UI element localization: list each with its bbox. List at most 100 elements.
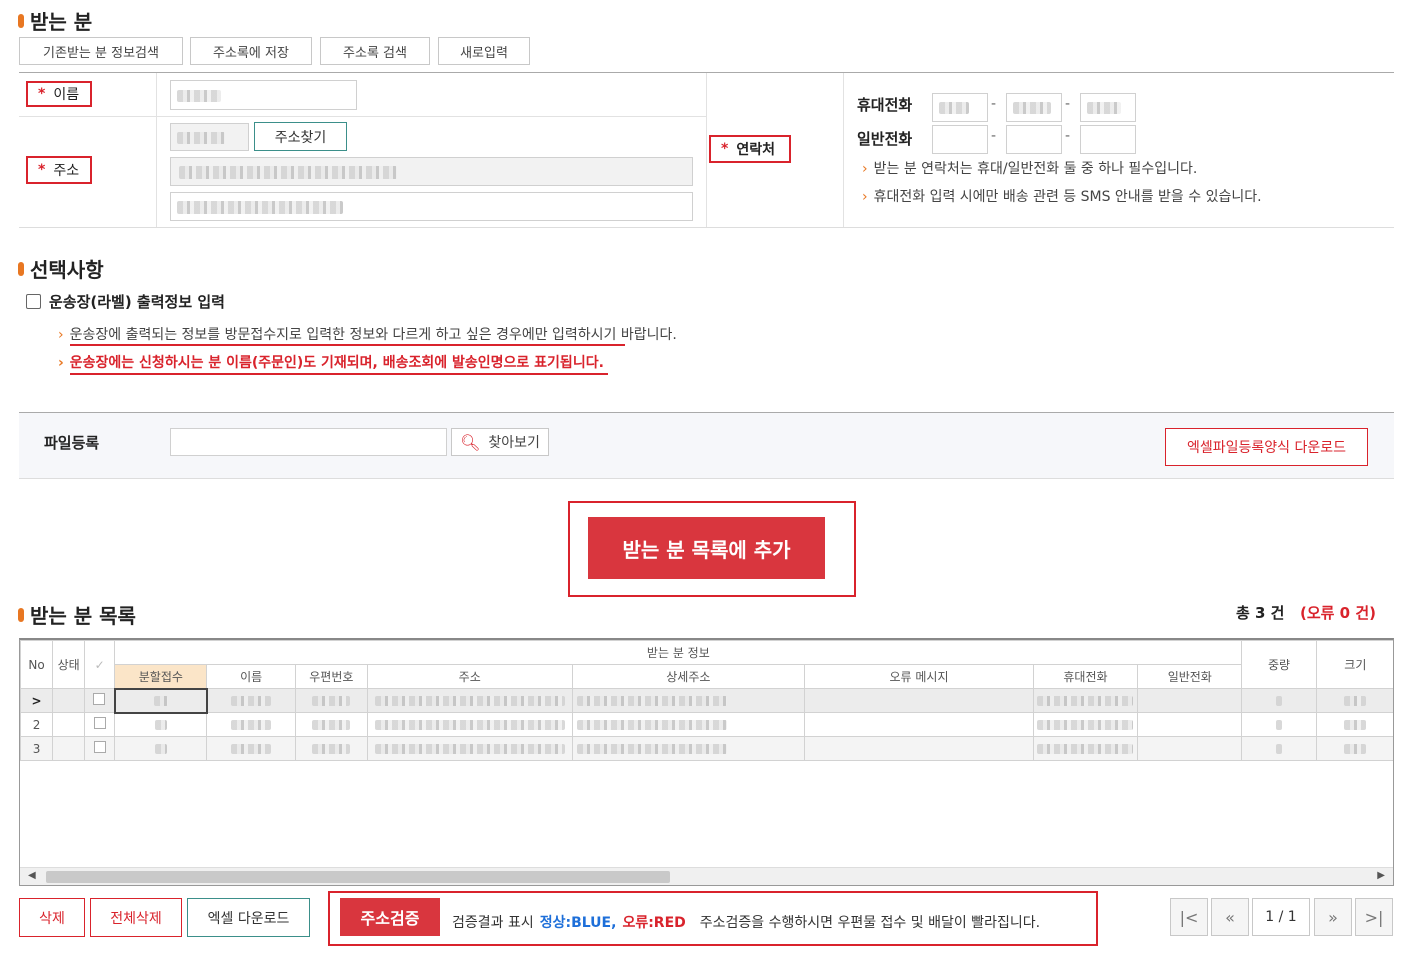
col-group-recipient-info: 받는 분 정보 bbox=[114, 640, 1243, 665]
row-phone-cell bbox=[1137, 712, 1243, 737]
addressbook-search-button[interactable]: 주소록 검색 bbox=[320, 37, 430, 65]
row-detail-cell bbox=[571, 712, 806, 737]
download-template-button[interactable]: 엑셀파일등록양식 다운로드 bbox=[1165, 428, 1368, 466]
row-checkbox[interactable] bbox=[93, 741, 106, 753]
col-error-message: 오류 메시지 bbox=[804, 664, 1034, 689]
row-checkbox-cell[interactable] bbox=[84, 712, 116, 737]
row-split-cell[interactable] bbox=[114, 712, 208, 737]
new-entry-button[interactable]: 새로입력 bbox=[438, 37, 530, 65]
row-checkbox-cell[interactable] bbox=[84, 736, 116, 761]
horizontal-scrollbar[interactable]: ◀ ▶ bbox=[20, 867, 1393, 885]
col-name: 이름 bbox=[206, 664, 296, 689]
contact-label: * 연락처 bbox=[709, 135, 791, 163]
label-print-checkbox[interactable] bbox=[26, 294, 41, 309]
phone-label: 일반전화 bbox=[857, 130, 913, 148]
table-row[interactable]: 3 bbox=[20, 736, 1393, 761]
options-note-2: › 운송장에는 신청하시는 분 이름(주문인)도 기재되며, 배송조회에 발송인명… bbox=[58, 355, 604, 371]
row-zip-cell bbox=[294, 736, 368, 761]
chevron-right-icon: › bbox=[862, 161, 868, 177]
next-page-icon[interactable]: » bbox=[1314, 898, 1352, 936]
row-error-cell bbox=[804, 736, 1034, 761]
underline-mark bbox=[70, 344, 625, 346]
scroll-right-icon[interactable]: ▶ bbox=[1377, 870, 1385, 881]
col-weight: 중량 bbox=[1241, 640, 1317, 689]
chevron-right-icon: › bbox=[58, 355, 64, 371]
phone-part3-input[interactable] bbox=[1080, 125, 1136, 154]
col-check[interactable]: ✓ bbox=[84, 640, 116, 689]
prev-page-icon[interactable]: « bbox=[1211, 898, 1249, 936]
col-status: 상태 bbox=[52, 640, 86, 689]
row-checkbox[interactable] bbox=[93, 693, 106, 705]
mobile-part2-input[interactable] bbox=[1006, 93, 1062, 122]
add-to-list-button[interactable]: 받는 분 목록에 추가 bbox=[588, 517, 825, 579]
col-detail-address: 상세주소 bbox=[571, 664, 806, 689]
row-no: 3 bbox=[20, 736, 54, 761]
label-print-option: 운송장(라벨) 출력정보 입력 bbox=[26, 291, 225, 312]
row-name-cell bbox=[206, 736, 296, 761]
name-label: * 이름 bbox=[26, 81, 92, 107]
list-section-title: 받는 분 목록 bbox=[18, 600, 136, 629]
phone-part2-input[interactable] bbox=[1006, 125, 1062, 154]
excel-download-button[interactable]: 엑셀 다운로드 bbox=[187, 898, 310, 937]
row-status bbox=[52, 736, 86, 761]
mobile-part3-input[interactable] bbox=[1080, 93, 1136, 122]
row-name-cell bbox=[206, 712, 296, 737]
row-checkbox[interactable] bbox=[93, 717, 106, 729]
table-row[interactable]: > bbox=[20, 687, 1393, 714]
file-path-input[interactable] bbox=[170, 428, 447, 456]
row-mobile-cell bbox=[1032, 736, 1139, 761]
title-bullet-icon bbox=[18, 261, 24, 276]
row-no: > bbox=[20, 688, 54, 713]
address-search-button[interactable]: 주소찾기 bbox=[254, 122, 347, 151]
name-input[interactable] bbox=[170, 80, 357, 110]
title-bullet-icon bbox=[18, 607, 24, 622]
row-phone-cell bbox=[1137, 736, 1243, 761]
row-size-cell bbox=[1315, 688, 1393, 713]
col-split: 분할접수 bbox=[114, 664, 208, 689]
row-mobile-cell bbox=[1032, 712, 1139, 737]
search-existing-recipient-button[interactable]: 기존받는 분 정보검색 bbox=[19, 37, 183, 65]
last-page-icon[interactable]: >| bbox=[1355, 898, 1393, 936]
delete-button[interactable]: 삭제 bbox=[19, 898, 85, 937]
table-row[interactable]: 2 bbox=[20, 712, 1393, 737]
row-weight-cell bbox=[1241, 688, 1317, 713]
row-address-cell bbox=[366, 688, 573, 713]
options-section-title: 선택사항 bbox=[18, 254, 104, 283]
scrollbar-thumb[interactable] bbox=[46, 871, 670, 883]
col-zip: 우편번호 bbox=[294, 664, 368, 689]
row-phone-cell bbox=[1137, 688, 1243, 713]
row-status bbox=[52, 688, 86, 713]
browse-button[interactable]: 🔍︎ 찾아보기 bbox=[451, 428, 549, 456]
check-icon: ✓ bbox=[94, 657, 105, 672]
underline-mark bbox=[70, 373, 608, 375]
col-mobile: 휴대전화 bbox=[1032, 664, 1139, 689]
detail-address-input[interactable] bbox=[170, 192, 693, 221]
mobile-part1-input[interactable] bbox=[932, 93, 988, 122]
file-register-label: 파일등록 bbox=[44, 434, 100, 452]
scroll-left-icon[interactable]: ◀ bbox=[28, 870, 36, 881]
row-checkbox-cell[interactable] bbox=[84, 688, 116, 713]
first-page-icon[interactable]: |< bbox=[1170, 898, 1208, 936]
address-input[interactable] bbox=[170, 157, 693, 186]
divider bbox=[19, 116, 707, 117]
error-legend: 오류:RED bbox=[622, 915, 686, 931]
row-split-cell[interactable] bbox=[114, 736, 208, 761]
row-size-cell bbox=[1315, 712, 1393, 737]
zipcode-input[interactable] bbox=[170, 123, 249, 151]
row-split-cell[interactable] bbox=[113, 687, 208, 714]
delete-all-button[interactable]: 전체삭제 bbox=[90, 898, 182, 937]
mobile-label: 휴대전화 bbox=[857, 96, 913, 114]
divider bbox=[843, 73, 844, 227]
row-zip-cell bbox=[294, 712, 368, 737]
col-phone: 일반전화 bbox=[1137, 664, 1243, 689]
col-no: No bbox=[20, 640, 54, 689]
options-note-1: › 운송장에 출력되는 정보를 방문접수지로 입력한 정보와 다르게 하고 싶은 … bbox=[58, 327, 677, 343]
col-address: 주소 bbox=[366, 664, 573, 689]
address-verify-button[interactable]: 주소검증 bbox=[340, 898, 440, 936]
address-label: * 주소 bbox=[26, 156, 92, 184]
row-name-cell bbox=[206, 688, 296, 713]
recipient-grid: No 상태 ✓ 받는 분 정보 중량 크기 분할접수 이름 우편번호 주소 상세… bbox=[19, 638, 1394, 886]
save-to-addressbook-button[interactable]: 주소록에 저장 bbox=[190, 37, 312, 65]
phone-part1-input[interactable] bbox=[932, 125, 988, 154]
title-bullet-icon bbox=[18, 13, 24, 28]
